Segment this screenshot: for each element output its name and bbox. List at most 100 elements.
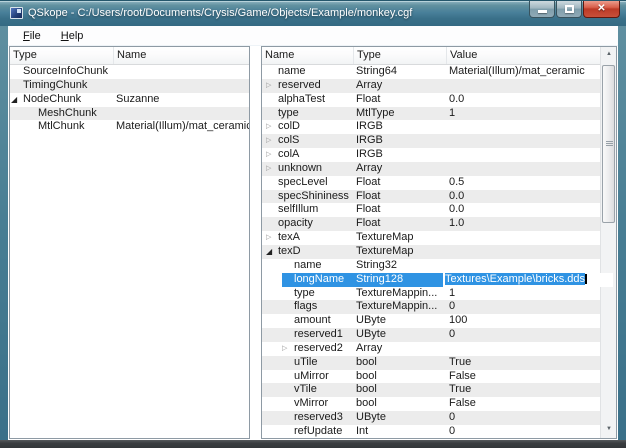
scroll-up-icon[interactable]: ▲ [601, 47, 617, 63]
property-value: 1 [449, 107, 455, 119]
property-value: False [449, 397, 476, 409]
property-value: 0.0 [449, 93, 464, 105]
table-row[interactable]: opacity Float 1.0 1.0 [262, 217, 600, 231]
column-header-value[interactable]: Value [447, 47, 600, 64]
scroll-down-icon[interactable]: ▼ [601, 422, 617, 438]
property-type: Float [354, 203, 447, 217]
property-name: colD [278, 120, 300, 132]
table-row[interactable]: refUpdate Int 0 0 [262, 425, 600, 439]
table-row[interactable]: ▷texA TextureMap [262, 231, 600, 245]
table-row[interactable]: vMirror bool False False [262, 397, 600, 411]
table-row[interactable]: ▷colA IRGB [262, 148, 600, 162]
table-row[interactable]: ◢NodeChunk Suzanne [10, 93, 249, 107]
table-row[interactable]: ◢texD TextureMap [262, 245, 600, 259]
table-row[interactable]: MtlChunk Material(Illum)/mat_ceramic [10, 120, 249, 134]
expand-arrow-icon[interactable]: ◢ [266, 245, 278, 259]
expand-arrow-icon[interactable]: ▷ [266, 79, 278, 93]
chunk-type: NodeChunk [23, 93, 81, 105]
property-value: Material(Illum)/mat_ceramic [449, 65, 585, 77]
table-row[interactable]: alphaTest Float 0.0 0.0 [262, 93, 600, 107]
property-type: bool [354, 356, 447, 370]
property-name: name [278, 65, 306, 77]
detail-rows: name String64 Material(Illum)/mat_cerami… [262, 65, 600, 438]
expand-arrow-icon[interactable]: ▷ [266, 231, 278, 245]
table-row[interactable]: amount UByte 100 100 [262, 314, 600, 328]
property-type: TextureMappin... [354, 300, 447, 314]
scrollbar-thumb[interactable] [602, 65, 615, 223]
property-value: 1 [449, 287, 455, 299]
expand-arrow-icon[interactable]: ▷ [282, 342, 294, 356]
table-row[interactable]: uTile bool True True [262, 356, 600, 370]
table-row[interactable]: specShininess Float 0.0 0.0 [262, 190, 600, 204]
table-row[interactable]: ▷reserved2 Array [262, 342, 600, 356]
menu-help[interactable]: Help [54, 28, 91, 44]
chunk-tree-rows: SourceInfoChunk TimingChunk ◢NodeChunk S… [10, 65, 249, 438]
table-row[interactable]: type MtlType 1 1 [262, 107, 600, 121]
detail-header: Name Type Value [262, 47, 600, 65]
property-name: type [294, 287, 315, 299]
property-name: vTile [294, 383, 317, 395]
expand-arrow-icon[interactable]: ▷ [266, 148, 278, 162]
property-value: 100 [449, 314, 467, 326]
table-row[interactable]: selfIllum Float 0.0 0.0 [262, 203, 600, 217]
property-type: TextureMap [354, 245, 447, 259]
detail-panel: Name Type Value name String64 Material(I… [261, 46, 617, 439]
chunk-name: Suzanne [114, 93, 249, 107]
table-row[interactable]: MeshChunk [10, 107, 249, 121]
chunk-name: Material(Illum)/mat_ceramic [114, 120, 249, 134]
chunk-name [114, 65, 249, 79]
table-row[interactable]: specLevel Float 0.5 0.5 [262, 176, 600, 190]
maximize-button[interactable] [556, 1, 582, 18]
property-name: reserved2 [294, 342, 343, 354]
property-type: TextureMap [354, 231, 447, 245]
expand-arrow-icon[interactable]: ▷ [266, 162, 278, 176]
property-type: bool [354, 397, 447, 411]
table-row[interactable]: name String32 [262, 259, 600, 273]
property-name: alphaTest [278, 93, 325, 105]
property-type: IRGB [354, 134, 447, 148]
table-row[interactable]: name String64 Material(Illum)/mat_cerami… [262, 65, 600, 79]
menu-file[interactable]: File [16, 28, 48, 44]
table-row[interactable]: ▷colD IRGB [262, 120, 600, 134]
chunk-type: TimingChunk [23, 79, 87, 91]
property-name: colS [278, 134, 299, 146]
table-row[interactable]: ▷reserved Array [262, 79, 600, 93]
table-row[interactable]: vTile bool True True [262, 383, 600, 397]
table-row[interactable]: longName String128 Textures\Example\bric… [262, 273, 600, 287]
minimize-button[interactable] [529, 1, 555, 18]
expand-arrow-icon[interactable]: ▷ [266, 120, 278, 134]
text-caret [585, 274, 587, 284]
expand-arrow-icon[interactable]: ◢ [11, 93, 23, 107]
property-type: Float [354, 176, 447, 190]
table-row[interactable]: reserved3 UByte 0 0 [262, 411, 600, 425]
table-row[interactable]: flags TextureMappin... 0 0 [262, 300, 600, 314]
property-name: reserved [278, 79, 321, 91]
expand-arrow-icon[interactable]: ▷ [266, 134, 278, 148]
property-type: Array [354, 162, 447, 176]
window-border-left [0, 26, 8, 440]
column-header-name[interactable]: Name [114, 47, 249, 64]
table-row[interactable]: uMirror bool False False [262, 370, 600, 384]
property-type: Float [354, 190, 447, 204]
close-icon: ✕ [584, 1, 619, 17]
property-value: 1.0 [449, 217, 464, 229]
column-header-type[interactable]: Type [10, 47, 114, 64]
property-value: 0 [449, 300, 455, 312]
table-row[interactable]: reserved1 UByte 0 0 [262, 328, 600, 342]
value-edit-field[interactable]: Textures\Example\bricks.dds [447, 273, 600, 287]
column-header-type[interactable]: Type [354, 47, 447, 64]
property-type: bool [354, 383, 447, 397]
property-name: texA [278, 231, 300, 243]
property-name: type [278, 107, 299, 119]
table-row[interactable]: SourceInfoChunk [10, 65, 249, 79]
column-header-name[interactable]: Name [262, 47, 354, 64]
property-type: MtlType [354, 107, 447, 121]
property-name: uTile [294, 356, 317, 368]
table-row[interactable]: ▷unknown Array [262, 162, 600, 176]
vertical-scrollbar[interactable]: ▲ ▼ [600, 47, 616, 438]
table-row[interactable]: ▷colS IRGB [262, 134, 600, 148]
table-row[interactable]: TimingChunk [10, 79, 249, 93]
table-row[interactable]: type TextureMappin... 1 1 [262, 287, 600, 301]
close-button[interactable]: ✕ [583, 1, 620, 18]
property-name: reserved3 [294, 411, 343, 423]
